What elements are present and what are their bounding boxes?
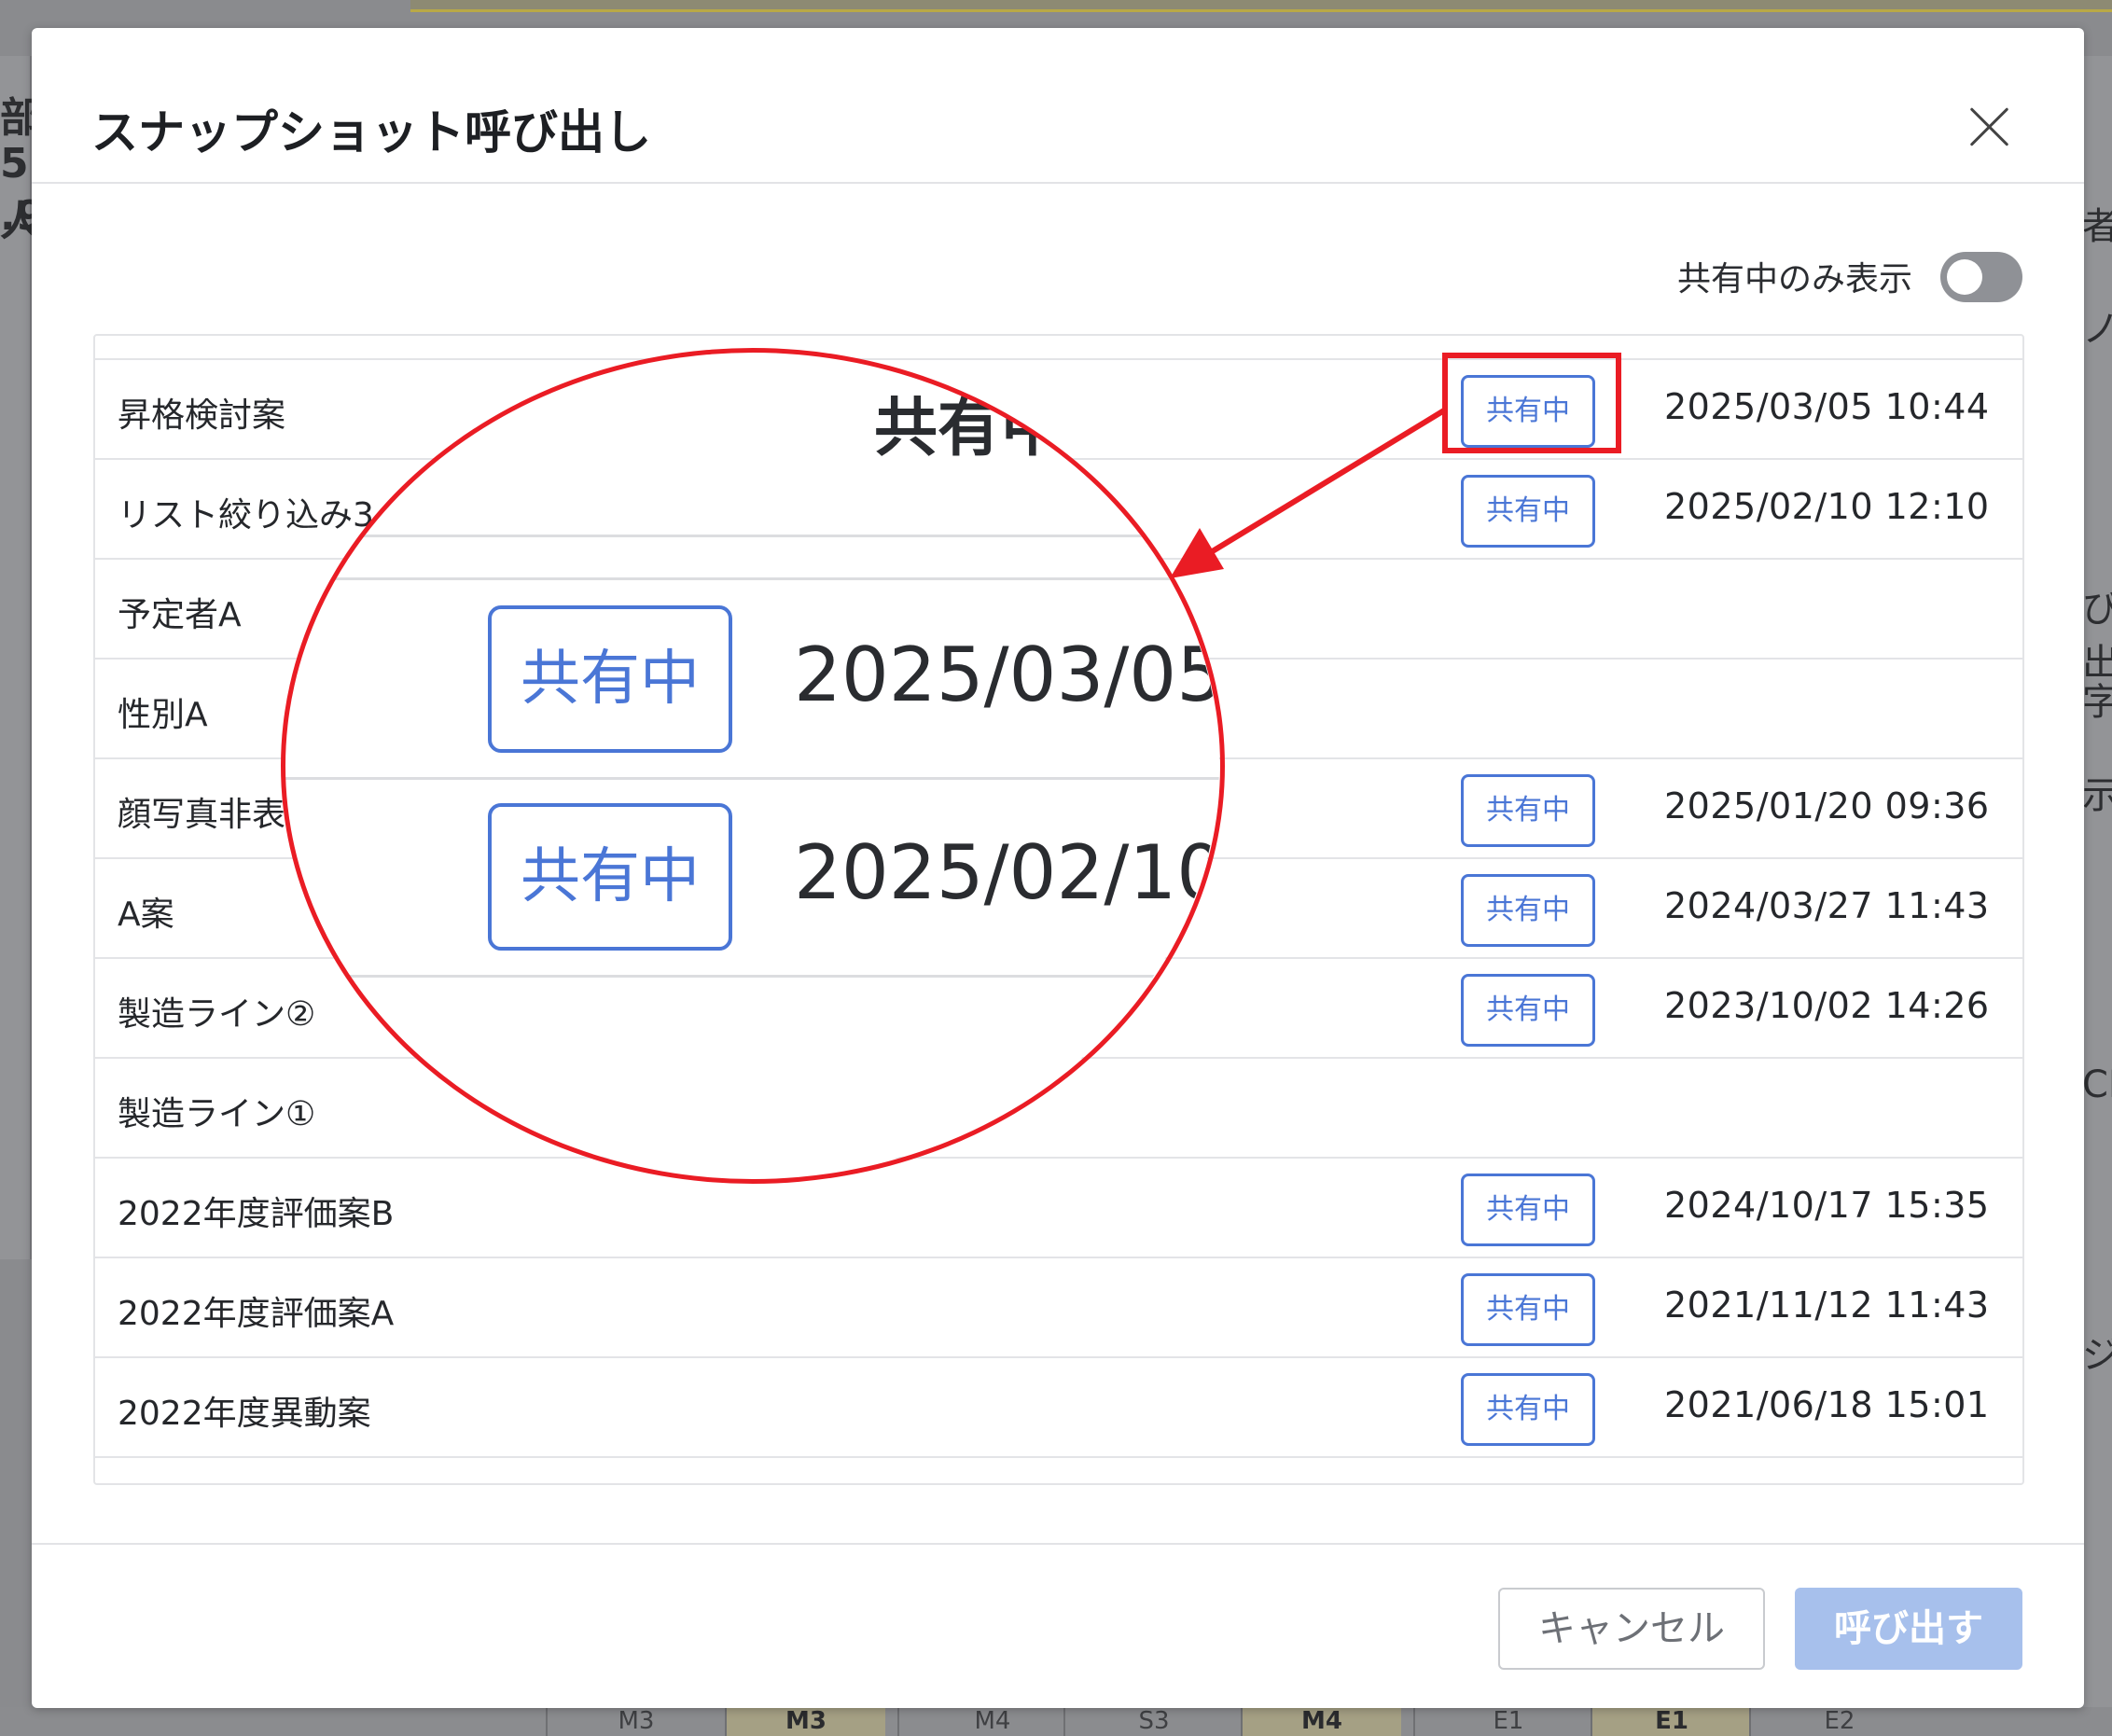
list-bottom-border	[95, 1456, 2022, 1483]
shared-only-toggle[interactable]	[1940, 252, 2022, 302]
background-grade-col: M4	[897, 1707, 1086, 1736]
dialog-title: スナップショット呼び出し	[91, 105, 651, 160]
snapshot-name: リスト絞り込み3	[118, 496, 374, 535]
background-right-text-6: CE	[2082, 1063, 2112, 1106]
background-grade-col: S3	[1063, 1707, 1243, 1736]
shared-badge: 共有中	[1461, 1273, 1595, 1346]
snapshot-name: 2022年度異動案	[118, 1395, 371, 1433]
background-grade-col: M4	[1241, 1707, 1401, 1736]
snapshot-name: 予定者A	[118, 596, 242, 634]
snapshot-row[interactable]: 2022年度異動案 共有中 2021/06/18 15:01	[95, 1356, 2022, 1457]
snapshot-date: 2025/03/05 10:44	[1664, 386, 1990, 427]
background-left-panel: 部 5人 .9	[0, 56, 44, 1259]
background-grade-col: E2	[1749, 1707, 1928, 1736]
magnifier-ring	[281, 348, 1225, 1184]
background-right-text-5: 示	[2082, 774, 2112, 817]
shared-badge: 共有中	[1461, 974, 1595, 1047]
call-button[interactable]: 呼び出す	[1795, 1588, 2022, 1670]
background-grade-col: E1	[1591, 1707, 1751, 1736]
background-grade-col: M3	[546, 1707, 725, 1736]
snapshot-name: 2022年度評価案B	[118, 1195, 395, 1233]
background-grade-col: E1	[1413, 1707, 1602, 1736]
background-right-panel: 者 ノ び出 字 示 CE ジ	[2082, 56, 2112, 1735]
snapshot-name: 製造ライン②	[118, 995, 316, 1034]
snapshot-date: 2021/06/18 15:01	[1664, 1384, 1990, 1425]
toggle-knob	[1947, 259, 1982, 295]
shared-badge: 共有中	[1461, 774, 1595, 847]
snapshot-name: 2022年度評価案A	[118, 1295, 395, 1333]
shared-badge: 共有中	[1461, 1174, 1595, 1246]
background-grade-col: M3	[725, 1707, 885, 1736]
snapshot-date: 2021/11/12 11:43	[1664, 1285, 1990, 1326]
close-icon[interactable]	[1965, 103, 2015, 153]
snapshot-date: 2024/10/17 15:35	[1664, 1185, 1990, 1226]
cancel-button[interactable]: キャンセル	[1498, 1588, 1765, 1670]
background-grade-header: M3 M3 M4 S3 M4 E1 E1 E2	[0, 1707, 2112, 1736]
header-divider	[32, 182, 2084, 184]
snapshot-date: 2023/10/02 14:26	[1664, 985, 1990, 1026]
snapshot-name: 昇格検討案	[118, 396, 286, 435]
snapshot-name: A案	[118, 896, 174, 934]
snapshot-date: 2025/01/20 09:36	[1664, 785, 1990, 826]
snapshot-date: 2025/02/10 12:10	[1664, 486, 1990, 527]
shared-badge: 共有中	[1461, 874, 1595, 947]
snapshot-row[interactable]: 2022年度評価案A 共有中 2021/11/12 11:43	[95, 1257, 2022, 1357]
background-right-text-3: び出	[2082, 588, 2112, 685]
snapshot-name: 製造ライン①	[118, 1095, 316, 1133]
background-right-text-4: 字	[2082, 681, 2112, 724]
background-right-text-1: 者	[2082, 205, 2112, 248]
background-right-text-7: ジ	[2082, 1334, 2112, 1377]
highlight-box	[1442, 353, 1621, 453]
snapshot-date: 2024/03/27 11:43	[1664, 885, 1990, 926]
shared-badge: 共有中	[1461, 1373, 1595, 1446]
footer-divider	[32, 1543, 2084, 1545]
shared-only-label: 共有中のみ表示	[1677, 260, 1913, 299]
snapshot-row[interactable]: 2022年度評価案B 共有中 2024/10/17 15:35	[95, 1157, 2022, 1257]
background-topbar	[410, 0, 2112, 12]
background-right-text-2: ノ	[2082, 308, 2112, 351]
shared-badge: 共有中	[1461, 475, 1595, 548]
snapshot-name: 性別A	[118, 696, 208, 734]
